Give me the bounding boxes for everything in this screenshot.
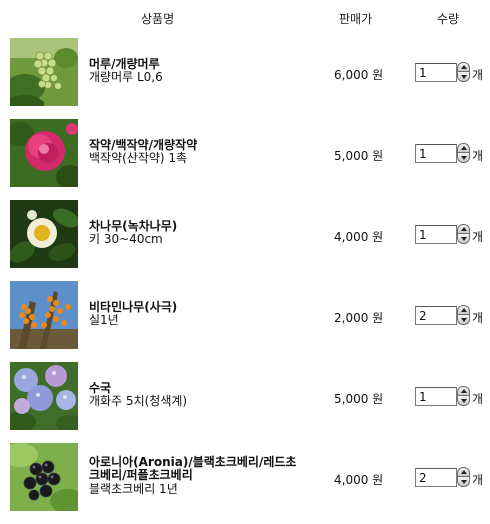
increase-quantity-button[interactable]	[457, 143, 470, 153]
product-row: 아로니아(Aronia)/블랙초크베리/레드초크베리/퍼플초크베리 블랙초크베리…	[0, 443, 490, 524]
quantity-stepper[interactable]	[457, 305, 470, 326]
quantity-input[interactable]	[415, 387, 457, 406]
decrease-quantity-button[interactable]	[457, 396, 470, 406]
product-title: 아로니아(Aronia)/블랙초크베리/레드초크베리/퍼플초크베리	[89, 455, 297, 482]
decrease-quantity-button[interactable]	[457, 72, 470, 82]
product-option: 실1년	[89, 313, 119, 327]
quantity-input[interactable]	[415, 468, 457, 487]
quantity-unit: 개	[472, 392, 484, 406]
product-image-hydrangea[interactable]	[10, 362, 78, 430]
quantity-unit: 개	[472, 311, 484, 325]
increase-quantity-button[interactable]	[457, 305, 470, 315]
column-header-quantity: 수량	[437, 12, 460, 26]
quantity-stepper[interactable]	[457, 467, 470, 488]
arrow-down-icon	[460, 236, 467, 241]
arrow-up-icon	[460, 308, 467, 312]
product-price: 2,000 원	[334, 311, 384, 325]
product-price: 6,000 원	[334, 68, 384, 82]
decrease-quantity-button[interactable]	[457, 477, 470, 487]
product-option: 블랙초크베리 1년	[89, 482, 178, 496]
quantity-unit: 개	[472, 473, 484, 487]
table-header: 상품명 판매가 수량	[0, 0, 490, 36]
increase-quantity-button[interactable]	[457, 62, 470, 72]
product-option: 키 30~40cm	[89, 232, 163, 246]
quantity-stepper[interactable]	[457, 62, 470, 83]
quantity-input[interactable]	[415, 63, 457, 82]
product-option: 개화주 5치(청색계)	[89, 394, 188, 408]
product-image-sea-buckthorn[interactable]	[10, 281, 78, 349]
product-image-peony[interactable]	[10, 119, 78, 187]
increase-quantity-button[interactable]	[457, 386, 470, 396]
arrow-down-icon	[460, 398, 467, 403]
product-option: 백작약(산작약) 1촉	[89, 151, 188, 165]
column-header-price: 판매가	[339, 12, 373, 26]
arrow-down-icon	[460, 74, 467, 79]
arrow-up-icon	[460, 227, 467, 231]
decrease-quantity-button[interactable]	[457, 315, 470, 325]
product-row: 수국 개화주 5치(청색계) 5,000 원 개	[0, 362, 490, 443]
product-row: 비타민나무(사극) 실1년 2,000 원 개	[0, 281, 490, 362]
product-title: 비타민나무(사극)	[89, 300, 178, 314]
increase-quantity-button[interactable]	[457, 224, 470, 234]
product-image-aronia[interactable]	[10, 443, 78, 511]
increase-quantity-button[interactable]	[457, 467, 470, 477]
arrow-down-icon	[460, 155, 467, 160]
arrow-down-icon	[460, 479, 467, 484]
product-option: 개량머루 L0,6	[89, 70, 163, 84]
arrow-up-icon	[460, 470, 467, 474]
product-row: 머루/개량머루 개량머루 L0,6 6,000 원 개	[0, 38, 490, 119]
decrease-quantity-button[interactable]	[457, 153, 470, 163]
arrow-down-icon	[460, 317, 467, 322]
quantity-input[interactable]	[415, 144, 457, 163]
product-price: 4,000 원	[334, 230, 384, 244]
quantity-unit: 개	[472, 230, 484, 244]
product-price: 5,000 원	[334, 149, 384, 163]
column-header-product-name: 상품명	[141, 12, 175, 26]
quantity-unit: 개	[472, 68, 484, 82]
arrow-up-icon	[460, 65, 467, 69]
product-image-tea-plant[interactable]	[10, 200, 78, 268]
product-image-grapes[interactable]	[10, 38, 78, 106]
quantity-unit: 개	[472, 149, 484, 163]
quantity-input[interactable]	[415, 225, 457, 244]
product-row: 작약/백작약/개량작약 백작약(산작약) 1촉 5,000 원 개	[0, 119, 490, 200]
product-row: 차나무(녹차나무) 키 30~40cm 4,000 원 개	[0, 200, 490, 281]
arrow-up-icon	[460, 146, 467, 150]
arrow-up-icon	[460, 389, 467, 393]
product-price: 4,000 원	[334, 473, 384, 487]
product-price: 5,000 원	[334, 392, 384, 406]
quantity-stepper[interactable]	[457, 143, 470, 164]
quantity-stepper[interactable]	[457, 224, 470, 245]
quantity-input[interactable]	[415, 306, 457, 325]
quantity-stepper[interactable]	[457, 386, 470, 407]
decrease-quantity-button[interactable]	[457, 234, 470, 244]
